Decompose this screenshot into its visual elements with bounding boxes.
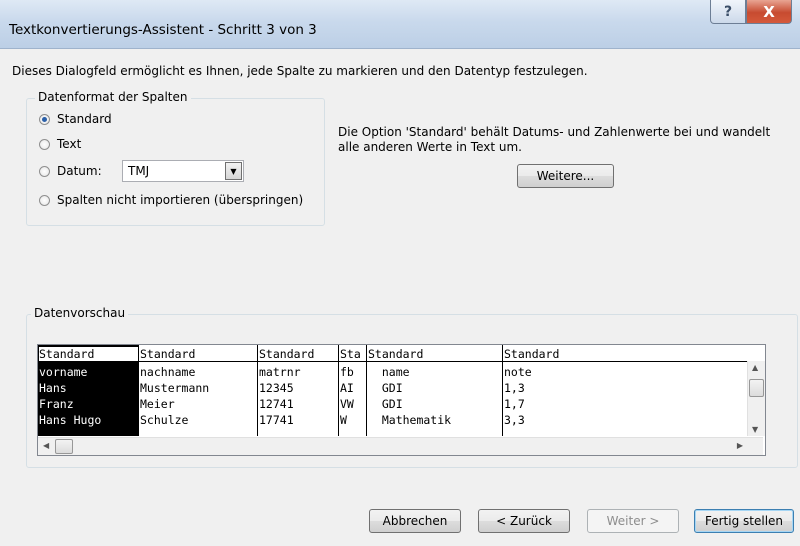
scroll-right-icon[interactable]: ▶ bbox=[737, 441, 743, 450]
cell: Franz bbox=[39, 397, 74, 411]
cell: AI bbox=[340, 381, 354, 395]
scroll-left-icon[interactable]: ◀ bbox=[43, 441, 49, 450]
cell: W bbox=[340, 413, 347, 427]
cell: Mathematik bbox=[368, 413, 452, 427]
preview-column[interactable]: Sta fb AI VW W bbox=[338, 345, 366, 436]
preview-column[interactable]: Standard vorname Hans Franz Hans Hugo bbox=[38, 345, 138, 436]
radio-text[interactable]: Text bbox=[39, 137, 81, 151]
next-button[interactable]: Weiter > bbox=[587, 509, 679, 533]
horizontal-scrollbar[interactable]: ◀ ▶ bbox=[38, 437, 763, 455]
date-format-value: TMJ bbox=[128, 164, 150, 178]
cell: Mustermann bbox=[140, 381, 210, 395]
data-preview-grid[interactable]: Standard vorname Hans Franz Hans Hugo St… bbox=[37, 344, 766, 456]
preview-columns: Standard vorname Hans Franz Hans Hugo St… bbox=[38, 345, 763, 436]
close-button[interactable]: X bbox=[746, 0, 792, 24]
vertical-scroll-thumb[interactable] bbox=[749, 379, 764, 397]
cell: Schulze bbox=[140, 413, 189, 427]
radio-skip-label: Spalten nicht importieren (überspringen) bbox=[57, 193, 304, 207]
date-format-select[interactable]: TMJ ▼ bbox=[122, 160, 244, 182]
cancel-button[interactable]: Abbrechen bbox=[369, 509, 461, 533]
preview-column[interactable]: Standard name GDI GDI Mathematik bbox=[366, 345, 502, 436]
help-icon: ? bbox=[723, 3, 733, 20]
column-header: Standard bbox=[504, 347, 560, 361]
preview-column[interactable]: Standard nachname Mustermann Meier Schul… bbox=[138, 345, 257, 436]
close-icon: X bbox=[763, 2, 775, 21]
more-button[interactable]: Weitere... bbox=[517, 164, 614, 188]
header-divider bbox=[38, 361, 763, 362]
cell: fb bbox=[340, 365, 354, 379]
back-button[interactable]: < Zurück bbox=[478, 509, 570, 533]
radio-skip-column[interactable]: Spalten nicht importieren (überspringen) bbox=[39, 193, 303, 207]
column-header: Standard bbox=[368, 347, 424, 361]
radio-standard[interactable]: Standard bbox=[39, 112, 112, 126]
radio-date[interactable]: Datum: bbox=[39, 164, 102, 178]
radio-standard-label: Standard bbox=[57, 112, 112, 126]
radio-text-label: Text bbox=[57, 137, 82, 151]
intro-text: Dieses Dialogfeld ermöglicht es Ihnen, j… bbox=[12, 64, 588, 78]
radio-unchecked-icon bbox=[39, 165, 50, 177]
cell: vorname bbox=[39, 365, 88, 379]
cell: 17741 bbox=[259, 413, 294, 427]
vertical-scrollbar[interactable]: ▲ ▼ bbox=[747, 361, 765, 436]
radio-unchecked-icon bbox=[39, 194, 50, 206]
cell: note bbox=[504, 365, 532, 379]
radio-checked-icon bbox=[39, 113, 50, 125]
scroll-up-icon[interactable]: ▲ bbox=[752, 363, 758, 372]
preview-column[interactable]: Standard matrnr 12345 12741 17741 bbox=[257, 345, 338, 436]
cell: name bbox=[368, 365, 410, 379]
cell: matrnr bbox=[259, 365, 301, 379]
cell: VW bbox=[340, 397, 354, 411]
dialog-body: Dieses Dialogfeld ermöglicht es Ihnen, j… bbox=[0, 49, 800, 546]
cell: GDI bbox=[368, 397, 403, 411]
cell: Hans bbox=[39, 381, 67, 395]
cell: nachname bbox=[140, 365, 196, 379]
cell: GDI bbox=[368, 381, 403, 395]
scroll-down-icon[interactable]: ▼ bbox=[752, 425, 758, 434]
info-text: Die Option 'Standard' behält Datums- und… bbox=[338, 125, 771, 154]
help-button[interactable]: ? bbox=[710, 0, 746, 24]
radio-unchecked-icon bbox=[39, 138, 50, 150]
finish-button[interactable]: Fertig stellen bbox=[694, 509, 794, 533]
cell: Hans Hugo bbox=[39, 413, 102, 427]
cell: 1,3 bbox=[504, 381, 525, 395]
cell: 12345 bbox=[259, 381, 294, 395]
cell: 3,3 bbox=[504, 413, 525, 427]
horizontal-scroll-thumb[interactable] bbox=[55, 439, 73, 454]
window-title: Textkonvertierungs-Assistent - Schritt 3… bbox=[9, 22, 317, 38]
column-header: Sta bbox=[340, 347, 361, 361]
column-header: Standard bbox=[259, 347, 315, 361]
cell: Meier bbox=[140, 397, 175, 411]
preview-column[interactable]: Standard note 1,3 1,7 3,3 bbox=[502, 345, 746, 436]
title-bar: Textkonvertierungs-Assistent - Schritt 3… bbox=[0, 0, 800, 49]
column-header: Standard bbox=[39, 347, 138, 361]
column-format-legend: Datenformat der Spalten bbox=[35, 90, 191, 104]
cell: 1,7 bbox=[504, 397, 525, 411]
radio-date-label: Datum: bbox=[57, 164, 102, 178]
cell: 12741 bbox=[259, 397, 294, 411]
chevron-down-icon[interactable]: ▼ bbox=[225, 162, 242, 180]
data-preview-legend: Datenvorschau bbox=[31, 306, 129, 320]
column-header: Standard bbox=[140, 347, 196, 361]
